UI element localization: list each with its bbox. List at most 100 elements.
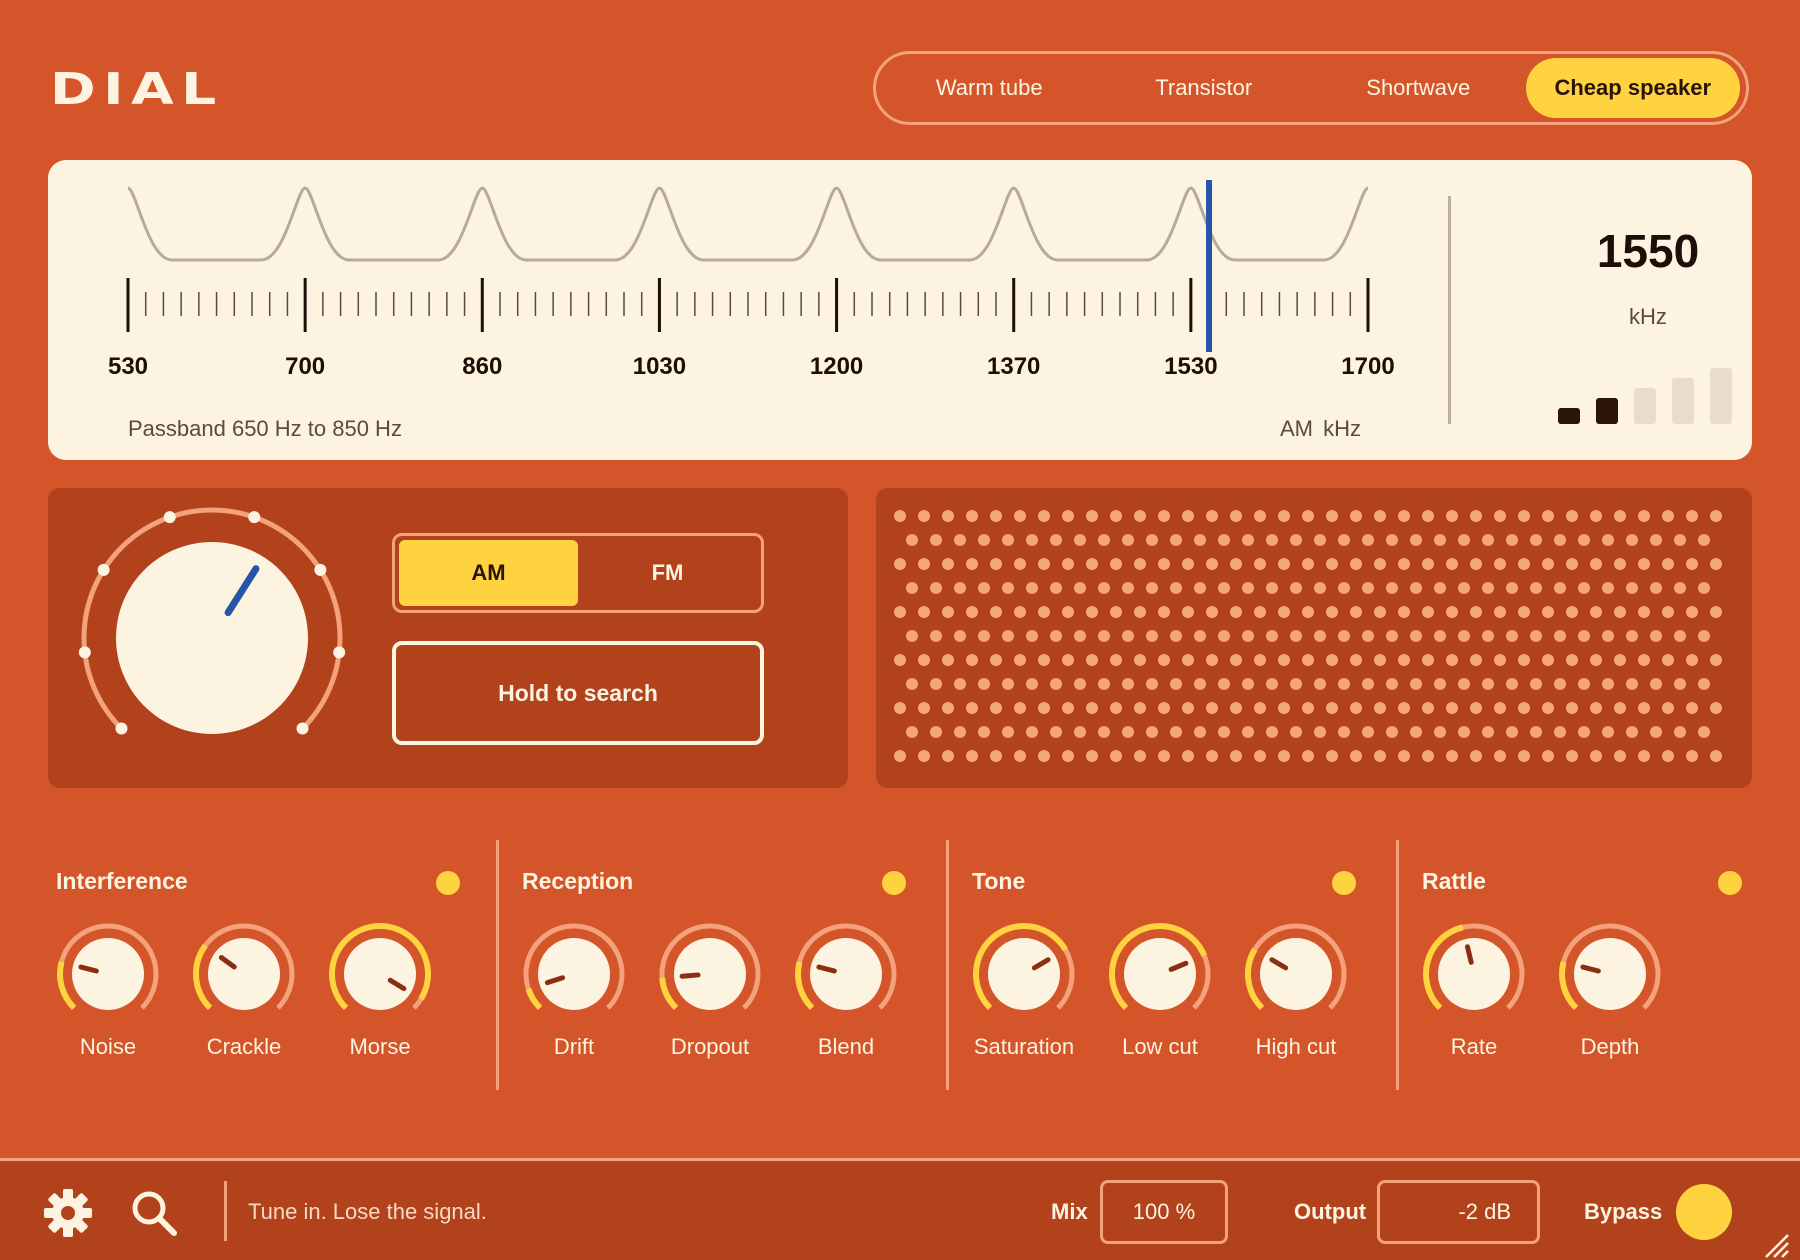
grille-hole <box>1506 582 1518 594</box>
bypass-toggle[interactable] <box>1676 1184 1732 1240</box>
knob-dial[interactable] <box>1242 920 1350 1028</box>
scale-label: 1200 <box>810 353 863 380</box>
grille-hole <box>1422 558 1434 570</box>
knob-dial[interactable] <box>656 920 764 1028</box>
grille-hole <box>1458 630 1470 642</box>
grille-hole <box>1386 678 1398 690</box>
knob-dial[interactable] <box>54 920 162 1028</box>
scale-label: 1370 <box>987 353 1040 380</box>
band-fm-button[interactable]: FM <box>578 540 757 606</box>
frequency-scale[interactable]: 530 700 860 1030 1200 1370 1530 1700 <box>48 160 1448 460</box>
grille-hole <box>1482 630 1494 642</box>
grille-hole <box>1602 678 1614 690</box>
grille-hole <box>1302 702 1314 714</box>
grille-hole <box>1026 630 1038 642</box>
grille-hole <box>918 606 930 618</box>
knob-drift[interactable]: Drift <box>514 920 634 1070</box>
grille-hole <box>1194 582 1206 594</box>
group-enable-led[interactable] <box>1332 871 1356 895</box>
group-enable-led[interactable] <box>436 871 460 895</box>
knob-crackle[interactable]: Crackle <box>184 920 304 1070</box>
scale-label: 860 <box>462 353 502 380</box>
preset-transistor[interactable]: Transistor <box>1097 58 1312 118</box>
grille-hole <box>1362 582 1374 594</box>
grille-hole <box>1278 510 1290 522</box>
knob-morse[interactable]: Morse <box>320 920 440 1070</box>
knob-depth[interactable]: Depth <box>1550 920 1670 1070</box>
resize-grip-icon[interactable] <box>1762 1231 1790 1259</box>
knob-rate[interactable]: Rate <box>1414 920 1534 1070</box>
band-am-button[interactable]: AM <box>399 540 578 606</box>
grille-hole <box>1590 702 1602 714</box>
mix-field[interactable]: 100 % <box>1100 1180 1228 1244</box>
preset-warm-tube[interactable]: Warm tube <box>882 58 1097 118</box>
grille-hole <box>1350 702 1362 714</box>
grille-hole <box>1182 654 1194 666</box>
grille-hole <box>1518 702 1530 714</box>
hold-to-search-button[interactable]: Hold to search <box>392 641 764 745</box>
knob-dial[interactable] <box>520 920 628 1028</box>
group-separator <box>496 840 499 1090</box>
knob-dial[interactable] <box>1106 920 1214 1028</box>
grille-hole <box>1002 678 1014 690</box>
grille-hole <box>1446 654 1458 666</box>
grille-hole <box>1566 654 1578 666</box>
grille-hole <box>1098 630 1110 642</box>
grille-hole <box>1254 702 1266 714</box>
grille-hole <box>954 726 966 738</box>
tuning-dial[interactable] <box>48 488 378 788</box>
grille-hole <box>1410 678 1422 690</box>
grille-hole <box>1590 750 1602 762</box>
preset-shortwave[interactable]: Shortwave <box>1311 58 1526 118</box>
grille-hole <box>1230 558 1242 570</box>
knob-dial[interactable] <box>1556 920 1664 1028</box>
grille-hole <box>1614 558 1626 570</box>
grille-hole <box>1290 678 1302 690</box>
grille-hole <box>1110 750 1122 762</box>
grille-hole <box>1554 534 1566 546</box>
grille-hole <box>1242 630 1254 642</box>
grille-hole <box>1638 606 1650 618</box>
grille-hole <box>1422 510 1434 522</box>
knob-dial[interactable] <box>326 920 434 1028</box>
grille-hole <box>1014 606 1026 618</box>
knob-blend[interactable]: Blend <box>786 920 906 1070</box>
group-enable-led[interactable] <box>882 871 906 895</box>
grille-hole <box>978 582 990 594</box>
grille-hole <box>1086 750 1098 762</box>
grille-hole <box>1110 558 1122 570</box>
knob-dial[interactable] <box>792 920 900 1028</box>
grille-hole <box>1554 678 1566 690</box>
grille-hole <box>1062 702 1074 714</box>
grille-hole <box>1614 510 1626 522</box>
group-tone: Tone Saturation Low cut High cut <box>946 840 1384 1100</box>
output-field[interactable]: -2 dB <box>1377 1180 1540 1244</box>
group-title: Interference <box>56 868 188 894</box>
settings-button[interactable] <box>42 1187 94 1239</box>
group-enable-led[interactable] <box>1718 871 1742 895</box>
dial-knob[interactable] <box>116 542 308 734</box>
scale-label: 1700 <box>1341 353 1394 380</box>
knob-dropout[interactable]: Dropout <box>650 920 770 1070</box>
grille-hole <box>1494 510 1506 522</box>
knob-high-cut[interactable]: High cut <box>1236 920 1356 1070</box>
grille-hole <box>1290 582 1302 594</box>
grille-hole <box>990 558 1002 570</box>
grille-hole <box>1698 630 1710 642</box>
grille-hole <box>1614 702 1626 714</box>
grille-hole <box>966 750 978 762</box>
knob-dial[interactable] <box>190 920 298 1028</box>
knob-low-cut[interactable]: Low cut <box>1100 920 1220 1070</box>
grille-hole <box>918 558 930 570</box>
grille-hole <box>990 702 1002 714</box>
knob-label: Noise <box>79 1034 137 1059</box>
knob-dial[interactable] <box>970 920 1078 1028</box>
knob-noise[interactable]: Noise <box>48 920 168 1070</box>
knob-saturation[interactable]: Saturation <box>964 920 1084 1070</box>
grille-hole <box>1542 558 1554 570</box>
grille-hole <box>1266 630 1278 642</box>
search-button[interactable] <box>128 1187 180 1239</box>
tuning-needle[interactable] <box>1206 180 1213 352</box>
knob-dial[interactable] <box>1420 920 1528 1028</box>
preset-cheap-speaker[interactable]: Cheap speaker <box>1525 58 1740 118</box>
